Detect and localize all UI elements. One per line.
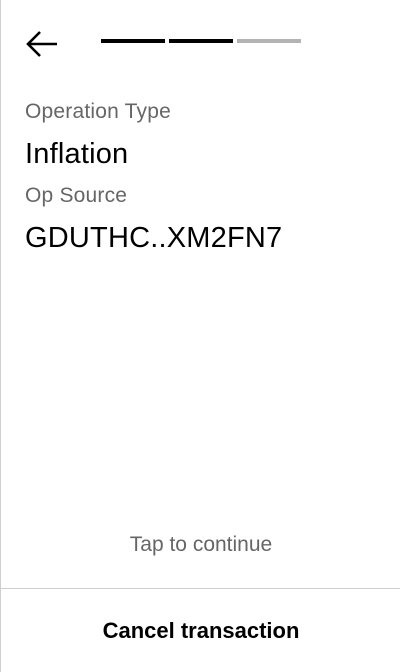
op-source-label: Op Source xyxy=(25,184,128,207)
arrow-left-icon xyxy=(26,31,57,57)
step-progress-indicator xyxy=(101,39,301,43)
operation-type-value: Inflation xyxy=(25,138,129,170)
operation-type-label: Operation Type xyxy=(25,100,172,123)
back-button[interactable] xyxy=(23,26,61,62)
progress-step-1 xyxy=(101,39,165,43)
cancel-transaction-button[interactable]: Cancel transaction xyxy=(1,589,400,672)
transaction-review-screen[interactable]: Operation Type Inflation Op Source GDUTH… xyxy=(0,0,400,672)
progress-step-2 xyxy=(169,39,233,43)
progress-step-3 xyxy=(237,39,301,43)
op-source-value: GDUTHC..XM2FN7 xyxy=(25,222,283,254)
tap-to-continue-hint[interactable]: Tap to continue xyxy=(1,533,400,557)
